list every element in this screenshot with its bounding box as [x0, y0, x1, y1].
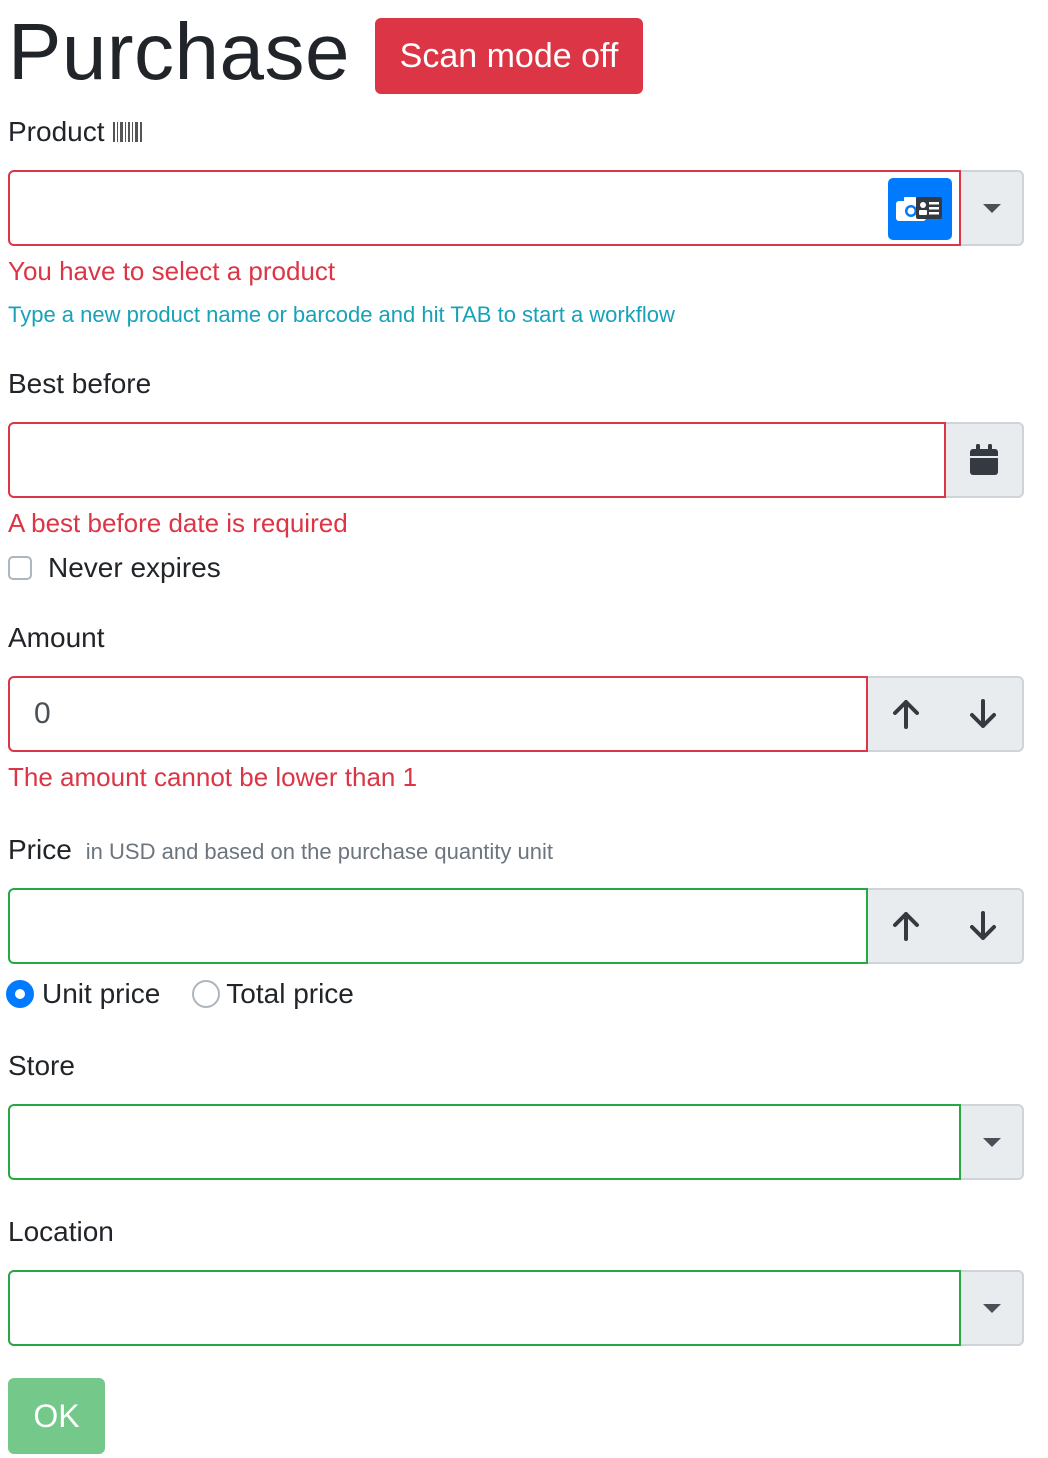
unit-price-radio[interactable]	[6, 980, 34, 1008]
product-label-row: Product	[8, 116, 143, 148]
arrow-up-icon	[892, 699, 920, 729]
price-label: Price	[8, 834, 72, 865]
amount-decrease-button[interactable]	[944, 676, 1024, 752]
price-label-row: Price in USD and based on the purchase q…	[8, 834, 553, 866]
calendar-button[interactable]	[946, 422, 1024, 498]
price-increase-button[interactable]	[868, 888, 946, 964]
price-help-text: in USD and based on the purchase quantit…	[85, 839, 553, 864]
price-input[interactable]	[8, 888, 868, 964]
caret-down-icon	[982, 1137, 1001, 1147]
product-hint: Type a new product name or barcode and h…	[8, 302, 675, 327]
best-before-error: A best before date is required	[8, 508, 348, 538]
price-type-radio-group: Unit price Total price	[6, 978, 354, 1010]
location-label: Location	[8, 1216, 114, 1247]
caret-down-icon	[982, 1303, 1001, 1313]
unit-price-label[interactable]: Unit price	[42, 978, 160, 1010]
amount-increase-button[interactable]	[868, 676, 946, 752]
best-before-label: Best before	[8, 368, 152, 399]
product-label: Product	[8, 116, 105, 147]
store-input[interactable]	[8, 1104, 961, 1180]
caret-down-icon	[982, 203, 1001, 213]
total-price-radio[interactable]	[192, 980, 221, 1008]
price-decrease-button[interactable]	[944, 888, 1024, 964]
product-input[interactable]	[8, 170, 961, 246]
product-dropdown-button[interactable]	[961, 170, 1024, 246]
amount-input[interactable]: 0	[8, 676, 868, 752]
barcode-icon	[112, 120, 143, 144]
never-expires-row: Never expires	[8, 552, 221, 584]
amount-label: Amount	[8, 622, 105, 653]
amount-error: The amount cannot be lower than 1	[8, 762, 418, 792]
camera-barcode-button[interactable]	[888, 178, 952, 240]
never-expires-label[interactable]: Never expires	[48, 552, 221, 584]
page-title: Purchase	[8, 7, 350, 96]
calendar-icon	[969, 444, 999, 476]
best-before-input[interactable]	[8, 422, 946, 498]
arrow-down-icon	[969, 699, 997, 729]
never-expires-checkbox[interactable]	[8, 556, 32, 580]
camera-barcode-icon	[894, 193, 946, 225]
store-dropdown-button[interactable]	[961, 1104, 1024, 1180]
arrow-up-icon	[892, 911, 920, 941]
total-price-label[interactable]: Total price	[226, 978, 354, 1010]
scan-mode-button[interactable]: Scan mode off	[375, 18, 643, 94]
store-label: Store	[8, 1050, 75, 1081]
ok-button[interactable]: OK	[8, 1378, 105, 1454]
location-dropdown-button[interactable]	[961, 1270, 1024, 1346]
location-input[interactable]	[8, 1270, 961, 1346]
arrow-down-icon	[969, 911, 997, 941]
product-error: You have to select a product	[8, 256, 336, 286]
